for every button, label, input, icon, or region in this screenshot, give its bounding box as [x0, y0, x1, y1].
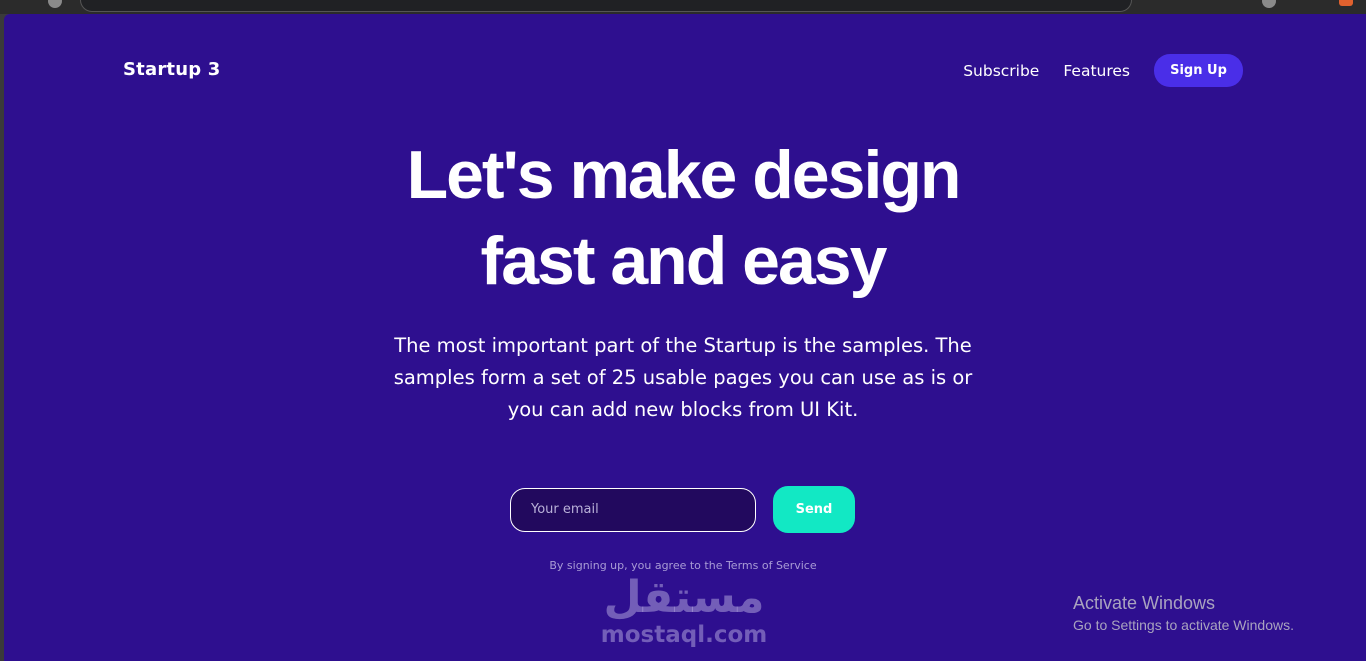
hero-title-line-1: Let's make design — [406, 137, 962, 213]
activate-windows-title: Activate Windows — [1073, 593, 1216, 613]
main-nav: Subscribe Features Sign Up — [963, 54, 1243, 87]
sign-up-button[interactable]: Sign Up — [1154, 54, 1243, 87]
address-bar[interactable] — [80, 0, 1132, 12]
nav-link-features[interactable]: Features — [1063, 62, 1130, 80]
watermark-latin: mostaql.com — [600, 622, 768, 648]
site-logo[interactable]: Startup 3 — [123, 59, 221, 80]
landing-page: Startup 3 Subscribe Features Sign Up Let… — [4, 14, 1366, 661]
email-signup-form: Send — [510, 486, 855, 533]
reload-icon[interactable] — [48, 0, 62, 8]
terms-notice: By signing up, you agree to the Terms of… — [549, 559, 817, 572]
email-input[interactable] — [510, 487, 756, 532]
extension-icon[interactable] — [1339, 0, 1353, 6]
profile-avatar-icon[interactable] — [1262, 0, 1276, 8]
hero-subtitle: The most important part of the Startup i… — [393, 334, 973, 421]
activate-windows-overlay: Activate Windows Go to Settings to activ… — [1073, 592, 1294, 636]
nav-link-subscribe[interactable]: Subscribe — [963, 62, 1039, 80]
hero-title: Let's make design fast and easy — [4, 132, 1362, 304]
browser-toolbar — [0, 0, 1366, 14]
mostaql-watermark: مستقل mostaql.com — [594, 572, 774, 649]
hero-title-line-2: fast and easy — [480, 223, 888, 299]
activate-windows-subtitle: Go to Settings to activate Windows. — [1073, 617, 1294, 633]
send-button[interactable]: Send — [773, 486, 855, 533]
watermark-arabic: مستقل — [603, 572, 765, 623]
